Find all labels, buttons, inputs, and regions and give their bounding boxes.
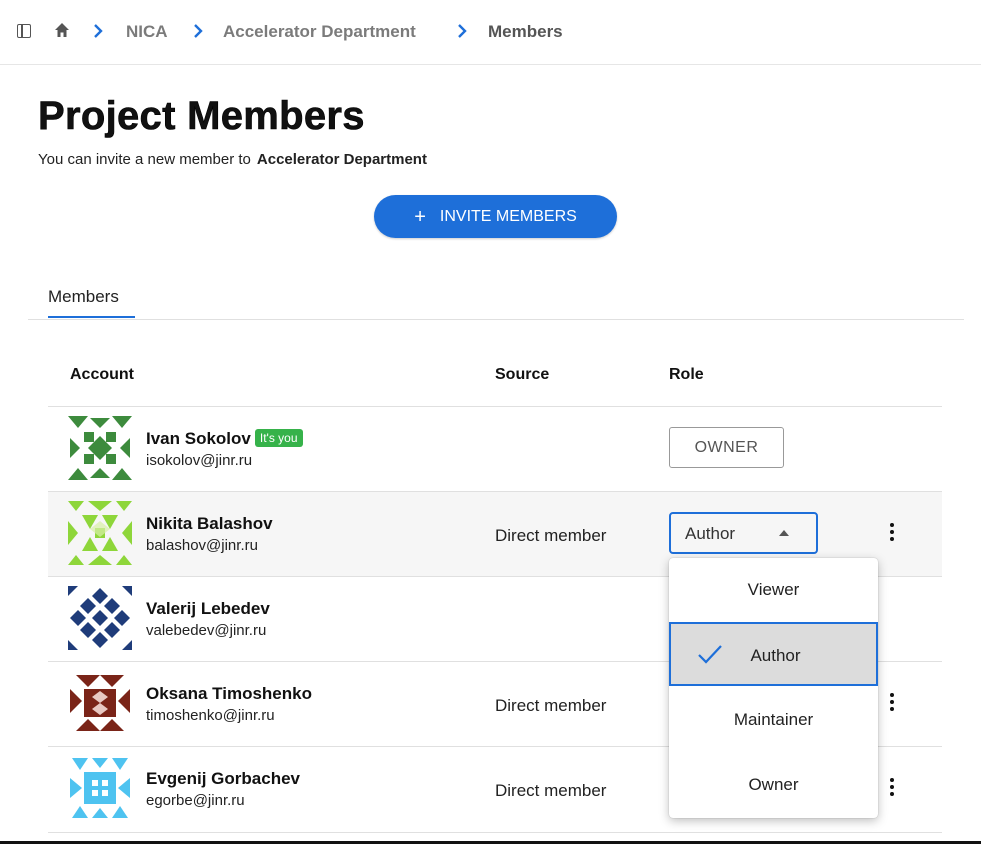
role-select[interactable]: Author xyxy=(669,512,818,554)
member-email: balashov@jinr.ru xyxy=(146,537,258,554)
role-option-label: Maintainer xyxy=(733,710,814,729)
member-source: Direct member xyxy=(495,781,607,800)
breadcrumb-members: Members xyxy=(488,22,563,41)
role-option-owner[interactable]: Owner xyxy=(669,750,878,814)
tab-active-indicator xyxy=(48,316,135,318)
member-name: Valerij Lebedev xyxy=(146,599,270,618)
member-name: Nikita Balashov xyxy=(146,514,273,533)
plus-icon: + xyxy=(414,205,426,228)
tab-members[interactable]: Members xyxy=(48,287,119,307)
role-option-maintainer[interactable]: Maintainer xyxy=(669,686,878,750)
member-source: Direct member xyxy=(495,696,607,715)
page-subtitle: You can invite a new member to Accelerato… xyxy=(38,151,427,168)
chevron-right-icon xyxy=(194,24,203,38)
member-name: Ivan Sokolov It's you xyxy=(146,429,303,449)
member-email: isokolov@jinr.ru xyxy=(146,452,253,469)
role-option-label: Author xyxy=(750,646,801,665)
avatar xyxy=(70,675,130,731)
sidebar-toggle-icon[interactable] xyxy=(17,24,31,38)
more-options-icon[interactable] xyxy=(889,523,895,545)
member-name: Evgenij Gorbachev xyxy=(146,769,300,788)
role-select-value: Author xyxy=(685,524,736,543)
page-title: Project Members xyxy=(38,94,365,139)
avatar xyxy=(68,501,132,565)
role-option-viewer[interactable]: Viewer xyxy=(669,558,878,622)
home-icon[interactable] xyxy=(54,22,70,38)
table-row: Ivan Sokolov It's you isokolov@jinr.ru OW… xyxy=(48,406,942,492)
subtitle-group-name: Accelerator Department xyxy=(256,151,427,168)
member-email: egorbe@jinr.ru xyxy=(146,792,245,809)
avatar xyxy=(68,586,132,650)
avatar xyxy=(68,416,132,480)
member-name-text: Ivan Sokolov xyxy=(146,429,251,448)
more-options-icon[interactable] xyxy=(889,778,895,800)
subtitle-text: You can invite a new member to xyxy=(38,151,251,168)
chevron-right-icon xyxy=(94,24,103,38)
invite-members-label: INVITE MEMBERS xyxy=(439,207,577,225)
top-bar: NICA Accelerator Department Members xyxy=(0,0,981,65)
column-header-role: Role xyxy=(669,366,704,383)
chevron-right-icon xyxy=(458,24,467,38)
member-source: Direct member xyxy=(495,526,607,545)
invite-members-button[interactable]: + INVITE MEMBERS xyxy=(374,195,617,238)
member-email: timoshenko@jinr.ru xyxy=(146,707,275,724)
breadcrumb-accelerator-department[interactable]: Accelerator Department xyxy=(223,22,416,42)
role-dropdown-menu: Viewer Author Maintainer Owner xyxy=(669,558,878,818)
column-header-source: Source xyxy=(495,366,550,383)
more-options-icon[interactable] xyxy=(889,693,895,715)
breadcrumb-nica[interactable]: NICA xyxy=(126,22,168,42)
role-option-label: Owner xyxy=(748,775,799,794)
its-you-badge: It's you xyxy=(254,429,303,447)
role-option-label: Viewer xyxy=(747,580,800,599)
role-owner-button[interactable]: OWNER xyxy=(669,427,784,468)
avatar xyxy=(70,758,130,818)
member-email: valebedev@jinr.ru xyxy=(146,622,267,639)
role-option-author[interactable]: Author xyxy=(669,622,878,686)
tab-divider xyxy=(28,319,964,320)
caret-up-icon xyxy=(779,530,789,536)
member-name: Oksana Timoshenko xyxy=(146,684,312,703)
column-header-account: Account xyxy=(70,366,134,383)
